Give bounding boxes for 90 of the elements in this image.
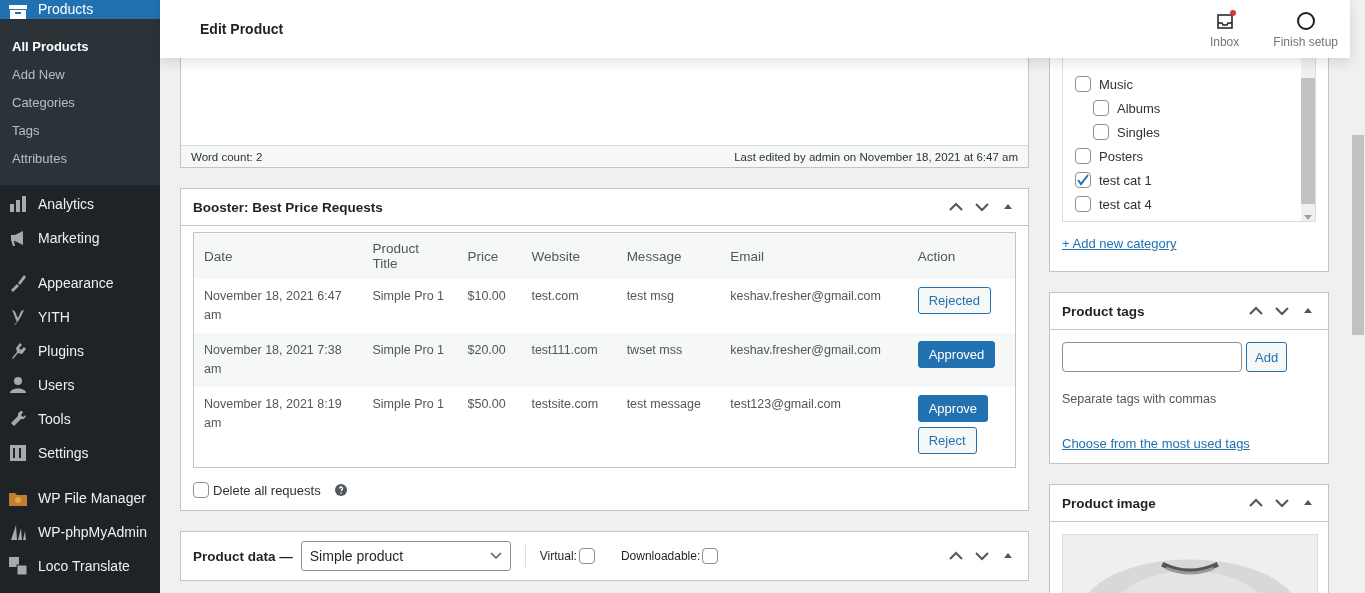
most-used-tags-link[interactable]: Choose from the most used tags [1062,436,1250,451]
column-header: Email [720,232,908,279]
table-cell: test123@gmail.com [720,387,908,468]
help-icon [334,484,347,496]
category-checkbox[interactable] [1075,196,1091,212]
table-cell: test msg [616,279,721,333]
submenu-item[interactable]: Tags [0,122,160,150]
submenu-item[interactable]: Add New [0,66,160,94]
table-cell: test message [616,387,721,468]
sidebar-item[interactable]: YITH [0,300,160,334]
table-cell: twset mss [616,333,721,387]
table-cell: keshav.fresher@gmail.com [720,279,908,333]
sidebar-item[interactable]: Products [0,0,160,19]
table-cell: November 18, 2021 6:47 am [193,279,363,333]
action-button[interactable]: Rejected [917,287,991,314]
option-checkbox[interactable] [702,548,719,564]
submenu-item[interactable]: Categories [0,94,160,122]
box-title: Product tags [1062,303,1145,319]
chevron-down-icon [489,552,502,560]
sidebar-item[interactable]: Loco Translate [0,549,160,583]
table-cell: Simple Pro 1 [362,387,458,468]
category-checkbox[interactable] [1093,124,1109,140]
column-header: Price [457,232,522,279]
category-checkbox[interactable] [1075,172,1091,188]
sidebar-item[interactable]: Analytics [0,187,160,221]
table-cell: Simple Pro 1 [362,279,458,333]
table-cell: $20.00 [457,333,522,387]
table-cell: testsite.com [521,387,617,468]
add-tag-button[interactable]: Add [1246,342,1288,372]
column-header: Product Title [362,232,458,279]
menu-icon [8,194,28,214]
column-header: Website [521,232,617,279]
submenu-item[interactable]: Attributes [0,150,160,178]
table-cell: test111.com [521,333,617,387]
delete-all-checkbox[interactable] [193,482,209,498]
page-title: Edit Product [200,21,285,37]
menu-icon [8,556,28,576]
column-header: Action [907,232,1016,279]
archive-box-icon [8,5,28,19]
action-button[interactable]: Approve [917,395,989,422]
category-label: Singles [1117,124,1160,140]
checkbox-label: Delete all requests [213,482,321,498]
action-button[interactable]: Reject [917,427,977,454]
sidebar-item[interactable]: Plugins [0,334,160,368]
column-header: Date [193,232,363,279]
table-cell: November 18, 2021 8:19 am [193,387,363,468]
circle-icon [1294,9,1317,32]
sidebar-item[interactable]: Marketing [0,221,160,255]
category-label: Posters [1099,148,1144,164]
table-cell: Simple Pro 1 [362,333,458,387]
category-label: Albums [1117,100,1161,116]
category-label: test cat 4 [1099,196,1152,212]
sidebar-item[interactable]: Users [0,368,160,402]
table-cell: $50.00 [457,387,522,468]
sidebar-item[interactable]: Appearance [0,266,160,300]
category-checkbox[interactable] [1075,76,1091,92]
table-cell: November 18, 2021 7:38 am [193,333,363,387]
sidebar-item[interactable]: WP-phpMyAdmin [0,515,160,549]
editor-area[interactable]: Word count: 2 Last edited by admin on November 18, 2021 at 6:47 am [180,58,1029,168]
option-label: Virtual: [539,549,577,563]
action-button[interactable]: Approved [917,341,996,368]
option-label: Downloadable: [620,549,701,563]
box-title: Product data — [193,548,293,564]
category-label: test cat 1 [1099,172,1152,188]
menu-icon [8,375,28,395]
sidebar-item[interactable]: Tools [0,402,160,436]
page-scrollbar[interactable] [1351,135,1364,335]
option-checkbox[interactable] [578,548,595,564]
scrollbar[interactable] [1301,58,1315,221]
table-cell: keshav.fresher@gmail.com [720,333,908,387]
hint-text: Separate tags with commas [1062,392,1218,406]
submenu-item[interactable]: All Products [0,38,160,66]
table-cell: test.com [521,279,617,333]
tag-input[interactable] [1062,342,1242,372]
category-checkbox[interactable] [1075,148,1091,164]
box-title: Booster: Best Price Requests [193,199,383,215]
menu-icon [8,443,28,463]
category-label: Music [1099,76,1133,92]
inbox-button[interactable]: Inbox [1209,9,1240,49]
category-checkbox[interactable] [1093,100,1109,116]
product-type-select[interactable]: Simple product [300,541,511,571]
setup-button[interactable]: Finish setup [1273,9,1338,49]
last-edited-text: Last edited by admin on November 18, 2021 at 6:47 am [734,150,1018,163]
sidebar-item[interactable]: Settings [0,436,160,470]
table-cell: $10.00 [457,279,522,333]
column-header: Message [616,232,721,279]
sidebar-item[interactable]: WP File Manager [0,481,160,515]
add-category-link[interactable]: + Add new category [1062,236,1177,251]
word-count: Word count: 2 [191,150,263,163]
box-title: Product image [1062,495,1156,511]
